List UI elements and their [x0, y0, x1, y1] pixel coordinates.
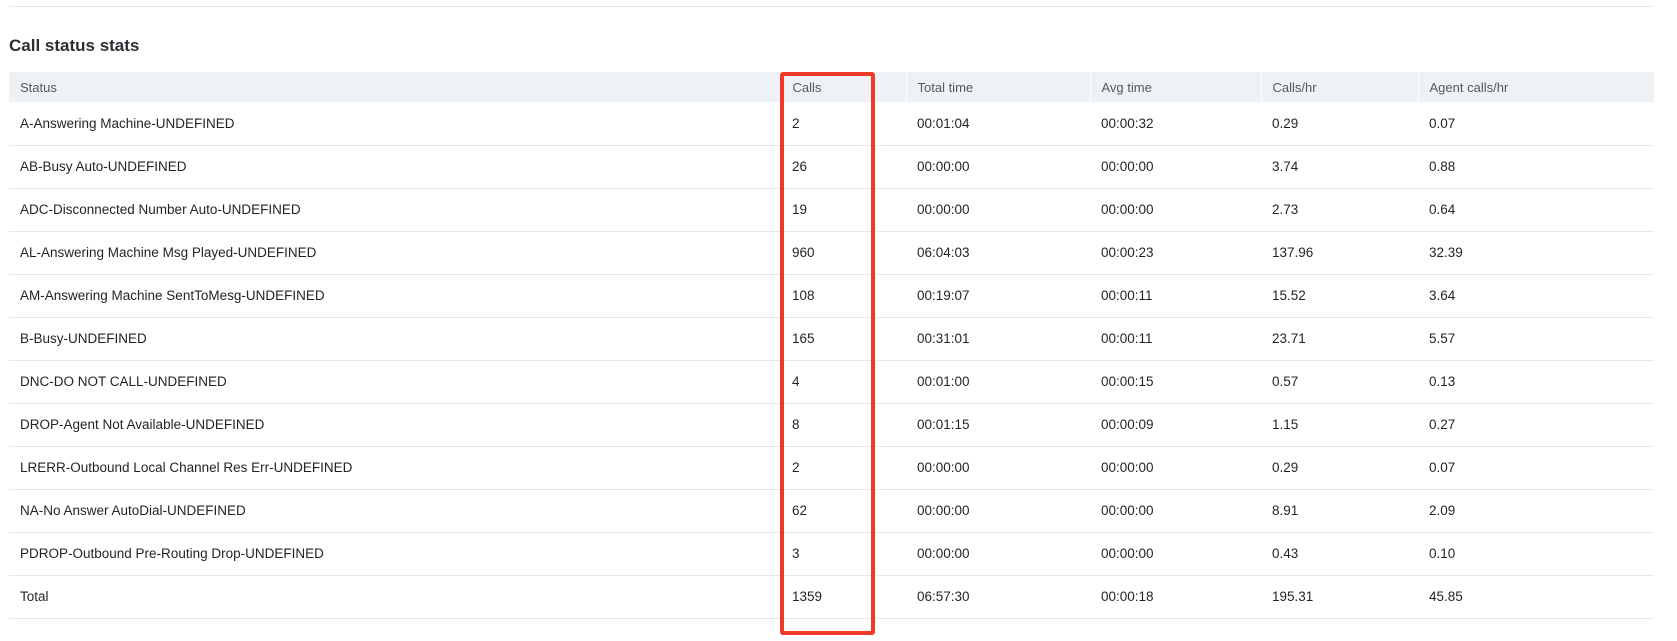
cell-agent-calls-per-hr: 0.07 — [1429, 115, 1456, 131]
table-row: NA-No Answer AutoDial-UNDEFINED 62 00:00… — [9, 489, 1654, 532]
cell-agent-calls-per-hr: 0.27 — [1429, 417, 1456, 432]
cell-calls-per-hr: 137.96 — [1272, 245, 1314, 260]
cell-avg-time: 00:00:00 — [1101, 503, 1154, 518]
cell-avg-time: 00:00:23 — [1101, 245, 1154, 260]
cell-total-time: 06:04:03 — [917, 245, 970, 260]
cell-calls-per-hr: 8.91 — [1272, 503, 1299, 518]
table-row: PDROP-Outbound Pre-Routing Drop-UNDEFINE… — [9, 532, 1654, 575]
cell-avg-time: 00:00:32 — [1101, 115, 1154, 131]
cell-avg-time: 00:00:00 — [1101, 460, 1154, 475]
cell-total-time: 00:00:00 — [917, 159, 970, 174]
cell-calls: 3 — [792, 546, 800, 561]
cell-calls: 62 — [792, 503, 808, 518]
section-title: Call status stats — [9, 36, 140, 55]
cell-calls: 2 — [792, 115, 800, 131]
cell-total-time: 00:00:00 — [917, 202, 970, 217]
cell-status: AL-Answering Machine Msg Played-UNDEFINE… — [20, 245, 317, 260]
cell-calls-per-hr: 2.73 — [1272, 202, 1299, 217]
cell-status: ADC-Disconnected Number Auto-UNDEFINED — [20, 202, 301, 217]
cell-agent-calls-per-hr: 0.10 — [1429, 546, 1456, 561]
top-divider — [9, 6, 1654, 7]
cell-calls-per-hr: 1.15 — [1272, 417, 1299, 432]
table-row: A-Answering Machine-UNDEFINED 2 00:01:04… — [9, 102, 1654, 145]
column-header-total-time[interactable]: Total time — [905, 72, 1090, 102]
cell-total-time: 00:01:04 — [917, 115, 970, 131]
cell-status: DROP-Agent Not Available-UNDEFINED — [20, 417, 265, 432]
cell-calls: 960 — [792, 245, 815, 260]
cell-calls-per-hr: 195.31 — [1272, 589, 1314, 604]
cell-calls: 8 — [792, 417, 800, 432]
cell-calls: 4 — [792, 374, 800, 389]
table-row-total: Total 1359 06:57:30 00:00:18 195.31 45.8… — [9, 575, 1654, 618]
cell-agent-calls-per-hr: 0.64 — [1429, 202, 1456, 217]
table-row: AB-Busy Auto-UNDEFINED 26 00:00:00 00:00… — [9, 145, 1654, 188]
cell-status: LRERR-Outbound Local Channel Res Err-UND… — [20, 460, 353, 475]
cell-agent-calls-per-hr: 0.88 — [1429, 159, 1456, 174]
cell-total-time: 00:01:00 — [917, 374, 970, 389]
column-header-agent-calls-per-hr[interactable]: Agent calls/hr — [1417, 72, 1654, 102]
cell-agent-calls-per-hr: 5.57 — [1429, 331, 1456, 346]
cell-total-time: 00:00:00 — [917, 503, 970, 518]
column-header-status[interactable]: Status — [9, 72, 781, 102]
cell-avg-time: 00:00:15 — [1101, 374, 1154, 389]
cell-status: AM-Answering Machine SentToMesg-UNDEFINE… — [20, 288, 325, 303]
cell-calls: 2 — [792, 460, 800, 475]
cell-status: DNC-DO NOT CALL-UNDEFINED — [20, 374, 227, 389]
table-row: DROP-Agent Not Available-UNDEFINED 8 00:… — [9, 403, 1654, 446]
column-header-avg-time[interactable]: Avg time — [1089, 72, 1261, 102]
cell-avg-time: 00:00:18 — [1101, 589, 1154, 604]
call-status-table-container: Status Calls Total time Avg time Calls/h… — [9, 72, 1654, 619]
cell-agent-calls-per-hr: 0.07 — [1429, 460, 1456, 475]
cell-avg-time: 00:00:00 — [1101, 159, 1154, 174]
table-row: AM-Answering Machine SentToMesg-UNDEFINE… — [9, 274, 1654, 317]
cell-total-time: 00:00:00 — [917, 546, 970, 561]
cell-calls-per-hr: 15.52 — [1272, 288, 1306, 303]
cell-agent-calls-per-hr: 3.64 — [1429, 288, 1456, 303]
table-row: DNC-DO NOT CALL-UNDEFINED 4 00:01:00 00:… — [9, 360, 1654, 403]
cell-status: A-Answering Machine-UNDEFINED — [20, 115, 235, 131]
cell-calls-per-hr: 0.57 — [1272, 374, 1299, 389]
cell-total-time: 06:57:30 — [917, 589, 970, 604]
page: Call status stats Status Calls Total tim… — [0, 0, 1677, 641]
call-status-table: Status Calls Total time Avg time Calls/h… — [9, 72, 1654, 619]
cell-total-time: 00:19:07 — [917, 288, 970, 303]
cell-agent-calls-per-hr: 0.13 — [1429, 374, 1456, 389]
cell-calls-per-hr: 0.43 — [1272, 546, 1299, 561]
cell-status: B-Busy-UNDEFINED — [20, 331, 147, 346]
column-header-calls[interactable]: Calls — [780, 72, 906, 102]
cell-agent-calls-per-hr: 2.09 — [1429, 503, 1456, 518]
cell-status: Total — [20, 589, 49, 604]
table-row: AL-Answering Machine Msg Played-UNDEFINE… — [9, 231, 1654, 274]
cell-calls: 19 — [792, 202, 808, 217]
cell-calls: 108 — [792, 288, 815, 303]
cell-agent-calls-per-hr: 32.39 — [1429, 245, 1463, 260]
cell-calls-per-hr: 0.29 — [1272, 115, 1299, 131]
cell-agent-calls-per-hr: 45.85 — [1429, 589, 1463, 604]
cell-calls: 26 — [792, 159, 808, 174]
cell-avg-time: 00:00:11 — [1101, 331, 1153, 346]
cell-calls-per-hr: 0.29 — [1272, 460, 1299, 475]
table-row: ADC-Disconnected Number Auto-UNDEFINED 1… — [9, 188, 1654, 231]
cell-avg-time: 00:00:09 — [1101, 417, 1154, 432]
cell-total-time: 00:01:15 — [917, 417, 970, 432]
cell-total-time: 00:00:00 — [917, 460, 970, 475]
cell-avg-time: 00:00:00 — [1101, 202, 1154, 217]
cell-calls: 165 — [792, 331, 815, 346]
cell-avg-time: 00:00:00 — [1101, 546, 1154, 561]
table-header-row: Status Calls Total time Avg time Calls/h… — [9, 72, 1654, 102]
cell-calls-per-hr: 3.74 — [1272, 159, 1299, 174]
cell-avg-time: 00:00:11 — [1101, 288, 1153, 303]
cell-total-time: 00:31:01 — [917, 331, 970, 346]
cell-status: PDROP-Outbound Pre-Routing Drop-UNDEFINE… — [20, 546, 324, 561]
cell-status: AB-Busy Auto-UNDEFINED — [20, 159, 187, 174]
cell-calls: 1359 — [792, 589, 823, 604]
table-row: LRERR-Outbound Local Channel Res Err-UND… — [9, 446, 1654, 489]
column-header-calls-per-hr[interactable]: Calls/hr — [1260, 72, 1418, 102]
cell-calls-per-hr: 23.71 — [1272, 331, 1306, 346]
table-row: B-Busy-UNDEFINED 165 00:31:01 00:00:11 2… — [9, 317, 1654, 360]
cell-status: NA-No Answer AutoDial-UNDEFINED — [20, 503, 246, 518]
